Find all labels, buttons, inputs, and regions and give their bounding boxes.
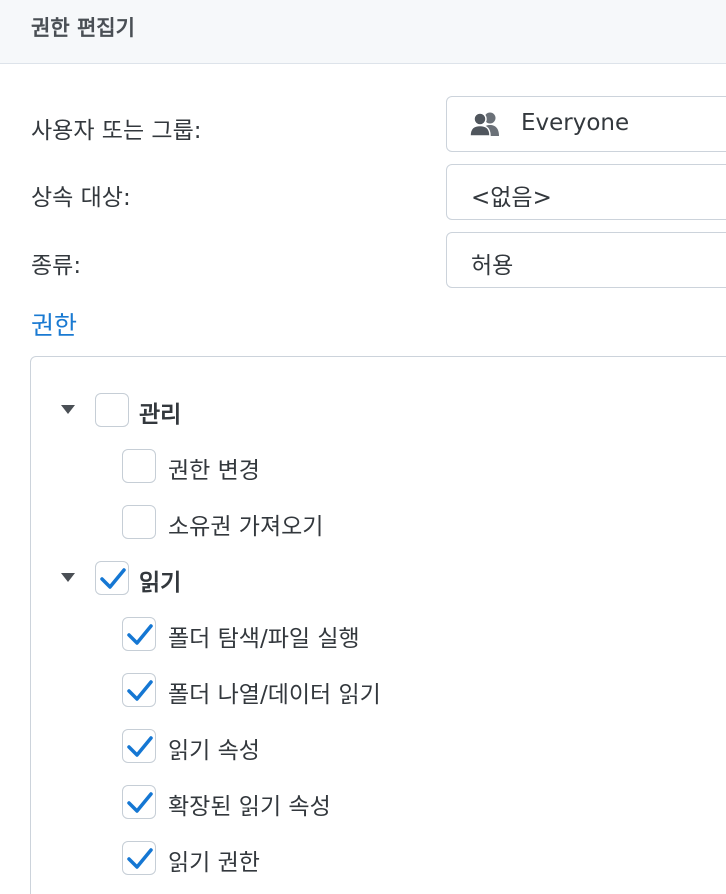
checkbox-traverse-execute[interactable]: [122, 617, 156, 651]
checkmark-icon: [100, 399, 126, 423]
checkbox-manage[interactable]: [95, 393, 129, 427]
type-value: 허용: [471, 253, 514, 279]
user-group-label: 사용자 또는 그룹:: [31, 118, 202, 144]
checkmark-icon: [127, 848, 153, 869]
perm-label-read-extended-attributes: 확장된 읽기 속성: [168, 794, 331, 820]
user-group-value: Everyone: [521, 110, 630, 136]
checkmark-icon: [127, 792, 153, 813]
user-group-field[interactable]: Everyone: [446, 96, 726, 152]
checkbox-read[interactable]: [95, 561, 129, 595]
group-label-read: 읽기: [139, 570, 182, 596]
dialog-header: 권한 편집기: [0, 0, 726, 64]
perm-label-take-ownership: 소유권 가져오기: [168, 514, 324, 540]
inherit-value: <없음>: [471, 185, 552, 211]
expand-toggle-icon[interactable]: [61, 405, 75, 415]
checkmark-icon: [100, 568, 126, 589]
checkbox-read-attributes[interactable]: [122, 729, 156, 763]
expand-toggle-icon[interactable]: [61, 573, 75, 583]
perm-label-read-permissions: 읽기 권한: [168, 850, 260, 876]
users-icon: [469, 112, 499, 137]
checkmark-icon: [127, 511, 153, 535]
type-label: 종류:: [31, 253, 82, 279]
perm-label-traverse-execute: 폴더 탐색/파일 실행: [168, 626, 360, 652]
checkbox-change-permissions[interactable]: [122, 449, 156, 483]
inherit-field[interactable]: <없음>: [446, 164, 726, 220]
perm-label-list-read-data: 폴더 나열/데이터 읽기: [168, 682, 381, 708]
group-label-manage: 관리: [139, 402, 182, 428]
checkbox-read-permissions[interactable]: [122, 841, 156, 875]
inherit-label: 상속 대상:: [31, 185, 131, 211]
perm-label-change-permissions: 권한 변경: [168, 458, 260, 484]
checkmark-icon: [127, 736, 153, 757]
checkmark-icon: [127, 455, 153, 479]
type-select[interactable]: 허용: [446, 232, 726, 288]
checkmark-icon: [127, 680, 153, 701]
checkmark-icon: [127, 624, 153, 645]
permissions-section-title: 권한: [31, 311, 78, 340]
dialog-title: 권한 편집기: [31, 16, 135, 40]
checkbox-read-extended-attributes[interactable]: [122, 785, 156, 819]
checkbox-take-ownership[interactable]: [122, 505, 156, 539]
perm-label-read-attributes: 읽기 속성: [168, 738, 260, 764]
checkbox-list-read-data[interactable]: [122, 673, 156, 707]
